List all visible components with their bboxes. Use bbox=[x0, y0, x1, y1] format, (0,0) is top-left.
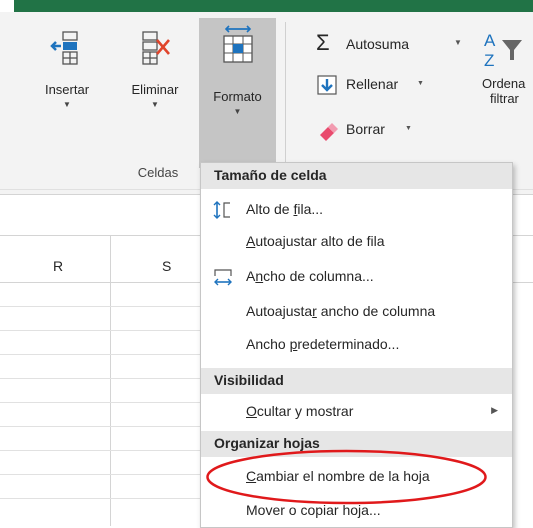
insertar-label: Insertar bbox=[44, 82, 90, 97]
menu-item-ancho-columna[interactable]: Ancho de columna... bbox=[201, 262, 512, 292]
chevron-down-icon: ▼ bbox=[405, 125, 412, 132]
eliminar-label: Eliminar bbox=[131, 82, 179, 97]
group-separator bbox=[285, 22, 286, 182]
formato-button[interactable]: Formato ▼ bbox=[199, 18, 276, 168]
menu-item-ancho-predeterminado[interactable]: Ancho predeterminado... bbox=[201, 330, 512, 360]
rellenar-label: Rellenar bbox=[346, 76, 399, 92]
format-cells-icon bbox=[222, 25, 253, 63]
chevron-down-icon: ▼ bbox=[63, 100, 71, 109]
sort-filter-icon: A Z bbox=[484, 31, 522, 70]
row-line bbox=[0, 402, 200, 403]
column-divider bbox=[110, 236, 111, 526]
row-line bbox=[0, 330, 200, 331]
delete-cells-icon bbox=[142, 31, 170, 65]
chevron-down-icon: ▼ bbox=[233, 107, 242, 116]
filtrar-label: filtrar bbox=[490, 91, 519, 106]
column-header-s[interactable]: S bbox=[162, 258, 171, 274]
borrar-button[interactable]: Borrar ▼ bbox=[316, 119, 426, 143]
menu-item-autoajustar-ancho[interactable]: Autoajustar ancho de columna bbox=[201, 297, 512, 327]
chevron-down-icon: ▼ bbox=[151, 100, 159, 109]
title-bar bbox=[0, 0, 533, 12]
sigma-icon: Σ bbox=[316, 30, 330, 55]
svg-text:A: A bbox=[484, 31, 496, 50]
highlight-oval bbox=[206, 449, 487, 505]
insertar-button[interactable]: Insertar ▼ bbox=[38, 22, 96, 142]
ordenar-label: Ordena bbox=[482, 76, 526, 91]
group-label-celdas: Celdas bbox=[137, 165, 179, 180]
row-line bbox=[0, 474, 200, 475]
autosuma-label: Autosuma bbox=[346, 36, 410, 52]
row-line bbox=[0, 354, 200, 355]
insert-cells-icon bbox=[50, 31, 78, 65]
row-line bbox=[0, 378, 200, 379]
menu-item-alto-fila[interactable]: Alto de fila... bbox=[201, 195, 512, 225]
chevron-down-icon: ▼ bbox=[454, 38, 462, 47]
autosuma-button[interactable]: Σ Autosuma ▼ bbox=[316, 30, 466, 58]
menu-section-tamano-celda: Tamaño de celda bbox=[201, 163, 512, 189]
svg-text:Z: Z bbox=[484, 51, 494, 70]
row-line bbox=[0, 450, 200, 451]
rellenar-button[interactable]: Rellenar ▼ bbox=[316, 74, 436, 98]
column-width-icon bbox=[214, 269, 232, 286]
chevron-down-icon: ▼ bbox=[417, 80, 424, 87]
formato-label: Formato bbox=[213, 89, 262, 104]
menu-item-ocultar-mostrar[interactable]: Ocultar y mostrar ▶ bbox=[201, 397, 512, 427]
eliminar-button[interactable]: Eliminar ▼ bbox=[122, 22, 188, 142]
row-line bbox=[0, 426, 200, 427]
submenu-arrow-icon: ▶ bbox=[491, 405, 498, 415]
menu-section-visibilidad: Visibilidad bbox=[201, 368, 512, 394]
menu-item-autoajustar-alto[interactable]: Autoajustar alto de fila bbox=[201, 227, 512, 257]
borrar-label: Borrar bbox=[346, 121, 385, 137]
ordenar-filtrar-button[interactable]: A Z Ordena filtrar bbox=[482, 30, 533, 150]
column-header-r[interactable]: R bbox=[53, 258, 63, 274]
fill-down-icon bbox=[317, 75, 337, 95]
row-line bbox=[0, 498, 200, 499]
row-line bbox=[0, 306, 200, 307]
eraser-icon bbox=[320, 123, 338, 141]
row-height-icon bbox=[213, 201, 230, 219]
